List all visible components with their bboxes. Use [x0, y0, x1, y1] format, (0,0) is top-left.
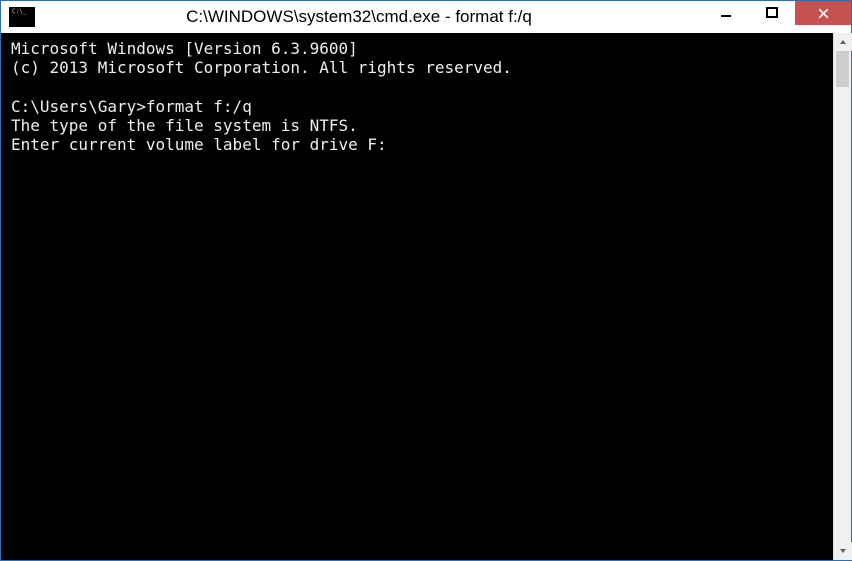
- terminal-line: The type of the file system is NTFS.: [11, 116, 358, 135]
- scroll-track[interactable]: [834, 51, 851, 542]
- terminal[interactable]: Microsoft Windows [Version 6.3.9600] (c)…: [1, 33, 833, 560]
- maximize-button[interactable]: [749, 1, 795, 25]
- minimize-button[interactable]: [703, 1, 749, 25]
- terminal-container: Microsoft Windows [Version 6.3.9600] (c)…: [1, 33, 851, 560]
- vertical-scrollbar[interactable]: [833, 33, 851, 560]
- prompt-path: C:\Users\Gary>: [11, 97, 146, 116]
- close-button[interactable]: [795, 1, 851, 25]
- scroll-thumb[interactable]: [836, 51, 849, 87]
- cmd-icon: [9, 7, 35, 27]
- terminal-line: Microsoft Windows [Version 6.3.9600]: [11, 39, 358, 58]
- titlebar[interactable]: C:\WINDOWS\system32\cmd.exe - format f:/…: [1, 1, 851, 33]
- command-text: format f:/q: [146, 97, 252, 116]
- scroll-up-arrow-icon[interactable]: [834, 33, 852, 51]
- window-title: C:\WINDOWS\system32\cmd.exe - format f:/…: [35, 7, 703, 27]
- terminal-line: (c) 2013 Microsoft Corporation. All righ…: [11, 58, 512, 77]
- terminal-line: Enter current volume label for drive F:: [11, 135, 396, 154]
- window-controls: [703, 1, 851, 33]
- scroll-down-arrow-icon[interactable]: [834, 542, 852, 560]
